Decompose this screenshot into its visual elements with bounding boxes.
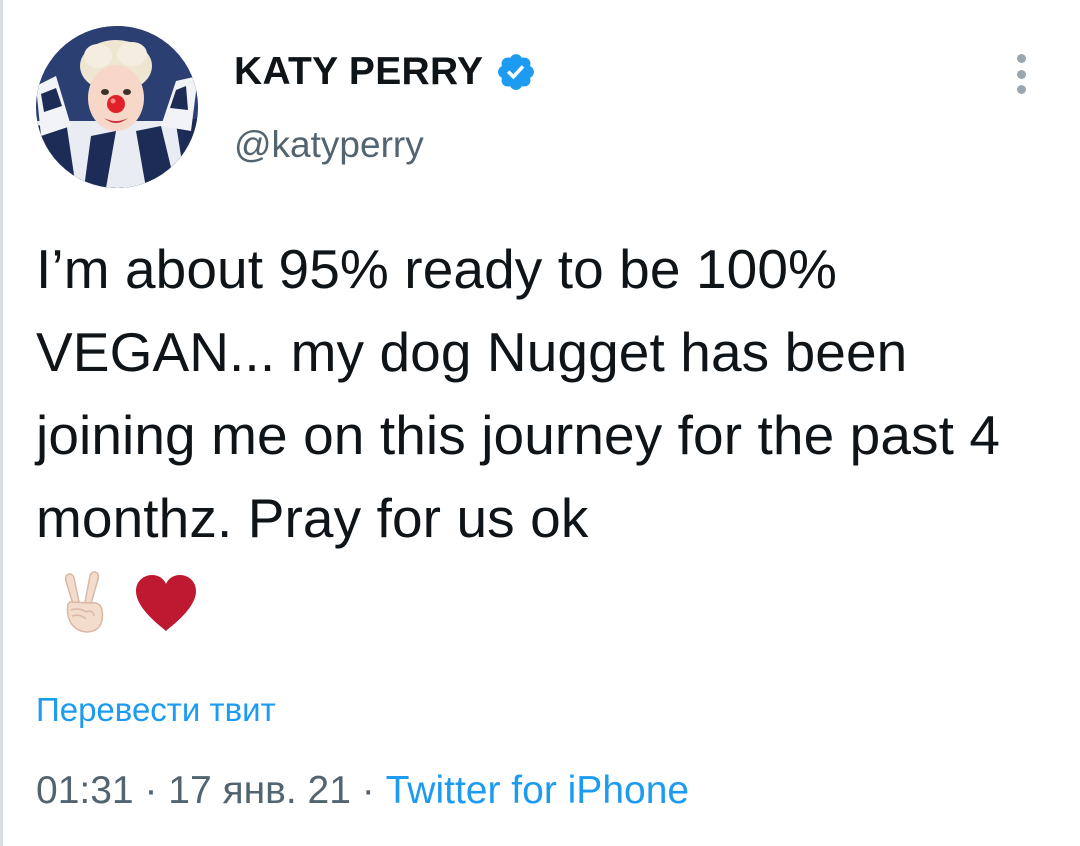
tweet-source-link[interactable]: Twitter for iPhone	[386, 769, 689, 812]
tweet-text: I’m about 95% ready to be 100% VEGAN... …	[36, 238, 1016, 549]
tweet-date[interactable]: 17 янв. 21	[168, 769, 351, 812]
victory-hand-icon	[64, 571, 104, 633]
verified-badge-icon	[495, 51, 537, 93]
tweet-emojis	[56, 570, 198, 636]
display-name[interactable]: KATY PERRY	[234, 44, 483, 100]
more-dot	[1016, 85, 1026, 94]
author-handle[interactable]: @katyperry	[234, 120, 424, 170]
more-dot	[1016, 69, 1026, 79]
more-vertical-icon[interactable]	[1004, 50, 1038, 98]
left-divider	[0, 0, 3, 846]
tweet-card: KATY PERRY @katyperry I’m about 95% read…	[0, 0, 1080, 846]
avatar[interactable]	[36, 26, 198, 188]
author-name-row: KATY PERRY	[234, 44, 537, 100]
tweet-time[interactable]: 01:31	[36, 769, 134, 812]
more-dot	[1016, 54, 1026, 63]
meta-separator: ·	[133, 769, 169, 812]
translate-tweet-link[interactable]: Перевести твит	[36, 686, 276, 734]
tweet-meta: 01:31 · 17 янв. 21 · Twitter for iPhone	[36, 764, 689, 818]
red-heart-icon	[136, 575, 196, 631]
avatar-image	[36, 26, 198, 188]
meta-separator: ·	[350, 769, 386, 812]
